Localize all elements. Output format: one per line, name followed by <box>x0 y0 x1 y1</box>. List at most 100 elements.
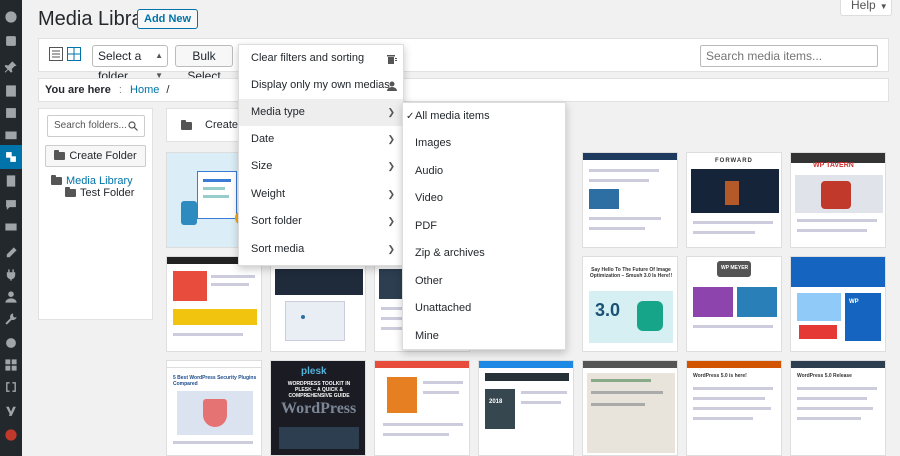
menu-item-size[interactable]: Size ❯ <box>239 153 403 180</box>
media-thumbnail[interactable] <box>270 256 366 352</box>
grid-view-icon[interactable] <box>67 47 81 61</box>
submenu-item-zip[interactable]: Zip & archives <box>403 240 565 267</box>
create-folder-strip[interactable]: Create Fo <box>166 108 246 163</box>
thumb-title: 2018 <box>489 399 503 405</box>
yoast-icon[interactable] <box>4 404 18 418</box>
breadcrumb-home-link[interactable]: Home <box>130 84 159 96</box>
thumb-title: WP <box>849 299 859 305</box>
folder-icon <box>65 187 76 197</box>
thumb-title: 5 Best WordPress Security Plugins Compar… <box>173 375 257 387</box>
folder-root-label: Media Library <box>66 175 133 187</box>
users-icon[interactable] <box>4 290 18 304</box>
grid-icon[interactable] <box>4 358 18 372</box>
caret-down-icon: ▼ <box>879 2 888 11</box>
thumb-title: WordPress 5.0 Release <box>797 373 852 379</box>
submenu-item-pdf[interactable]: PDF <box>403 213 565 240</box>
plugins-icon[interactable] <box>4 268 18 282</box>
submenu-item-images[interactable]: Images <box>403 130 565 157</box>
media-icon[interactable] <box>0 145 22 169</box>
thumb-title: WP MEYER <box>721 265 749 271</box>
thumb-title: WordPress 5.0 is here! <box>693 373 747 379</box>
menu-item-own-medias[interactable]: Display only my own medias <box>239 72 403 99</box>
list-view-icon[interactable] <box>49 47 63 61</box>
thumb-title: WP TAVERN <box>813 162 854 169</box>
submenu-item-mine[interactable]: Mine <box>403 323 565 350</box>
search-icon <box>128 121 138 131</box>
thumb-title: WordPress <box>281 400 357 417</box>
submenu-item-unattached[interactable]: Unattached <box>403 295 565 322</box>
media-thumbnail[interactable]: FORWARD <box>686 152 782 248</box>
media-thumbnail[interactable]: WP MEYER <box>686 256 782 352</box>
media-thumbnail[interactable]: WordPress 5.0 is here! <box>686 360 782 456</box>
create-folder-label: Create Folder <box>69 150 137 162</box>
menu-item-sort-media[interactable]: Sort media ❯ <box>239 236 403 263</box>
submenu-item-video[interactable]: Video <box>403 185 565 212</box>
folder-tree-child[interactable]: Test Folder <box>65 187 134 199</box>
menu-item-weight[interactable]: Weight ❯ <box>239 181 403 208</box>
folder-plus-icon <box>181 120 192 130</box>
submenu-item-label: Other <box>415 275 443 287</box>
media-thumbnail[interactable]: WP <box>790 256 886 352</box>
folder-icon <box>51 175 62 185</box>
media-thumbnail[interactable]: Say Hello To The Future Of Image Optimiz… <box>582 256 678 352</box>
checkmark-icon: ✓ <box>406 111 415 122</box>
collapse-icon[interactable] <box>4 428 18 442</box>
folders-icon[interactable] <box>4 128 18 142</box>
media-thumbnail[interactable] <box>166 256 262 352</box>
chevron-right-icon: ❯ <box>387 134 395 144</box>
add-new-button[interactable]: Add New <box>137 9 199 29</box>
pin-icon[interactable] <box>4 60 18 74</box>
menu-item-label: Display only my own medias <box>251 79 390 91</box>
settings-icon[interactable] <box>4 336 18 350</box>
menu-item-label: Sort folder <box>251 215 302 227</box>
submenu-item-audio[interactable]: Audio <box>403 158 565 185</box>
help-button[interactable]: Help ▼ <box>840 0 892 16</box>
submenu-item-label: Audio <box>415 165 444 177</box>
blocks-icon[interactable] <box>4 106 18 120</box>
media-thumbnail[interactable] <box>582 360 678 456</box>
chevron-right-icon: ❯ <box>387 107 395 117</box>
appearance-icon[interactable] <box>4 246 18 260</box>
create-folder-button[interactable]: Create Folder <box>45 145 146 167</box>
brackets-icon[interactable] <box>4 380 18 394</box>
menu-item-label: Date <box>251 133 275 145</box>
folder-select[interactable]: Select a folder ▲ ▼ <box>92 45 168 83</box>
breadcrumb-prefix: You are here <box>45 84 111 96</box>
tools-icon[interactable] <box>4 312 18 326</box>
search-folders-input[interactable]: Search folders... <box>47 115 145 137</box>
menu-item-label: Media type <box>251 106 305 118</box>
comments-icon[interactable] <box>4 198 18 212</box>
folder-plus-icon <box>54 150 66 160</box>
media-thumbnail[interactable]: plesk WORDPRESS TOOLKIT IN PLESK – A QUI… <box>270 360 366 456</box>
menu-item-date[interactable]: Date ❯ <box>239 126 403 153</box>
folder-tree-root[interactable]: Media Library <box>51 175 133 187</box>
pages-icon[interactable] <box>4 174 18 188</box>
bulk-select-button[interactable]: Bulk Select <box>175 45 233 83</box>
breadcrumb: You are here : Home / <box>38 78 889 102</box>
thumb-title: FORWARD <box>715 158 753 164</box>
breadcrumb-separator: / <box>166 84 170 96</box>
search-media-input[interactable] <box>700 45 878 67</box>
posts-icon[interactable] <box>4 84 18 98</box>
menu-item-sort-folder[interactable]: Sort folder ❯ <box>239 208 403 235</box>
submenu-item-all[interactable]: ✓ All media items <box>403 103 565 130</box>
mail-icon[interactable] <box>4 220 18 234</box>
media-thumbnail[interactable] <box>374 360 470 456</box>
media-thumbnail[interactable]: 5 Best WordPress Security Plugins Compar… <box>166 360 262 456</box>
activity-icon[interactable] <box>4 34 18 48</box>
submenu-item-label: Unattached <box>415 302 472 314</box>
media-thumbnail[interactable]: 2018 <box>478 360 574 456</box>
admin-sidebar <box>0 0 22 456</box>
search-folders-placeholder: Search folders... <box>54 120 127 131</box>
dashboard-icon[interactable] <box>4 10 18 24</box>
media-thumbnail[interactable] <box>582 152 678 248</box>
help-label: Help <box>851 0 876 12</box>
media-thumbnail[interactable]: WordPress 5.0 Release <box>790 360 886 456</box>
submenu-item-other[interactable]: Other <box>403 268 565 295</box>
menu-item-label: Size <box>251 160 273 172</box>
chevron-right-icon: ❯ <box>387 161 395 171</box>
media-thumbnail[interactable]: WP TAVERN <box>790 152 886 248</box>
menu-item-media-type[interactable]: Media type ❯ <box>239 99 403 126</box>
menu-item-clear-filters[interactable]: Clear filters and sorting <box>239 45 403 72</box>
submenu-item-label: Images <box>415 137 452 149</box>
